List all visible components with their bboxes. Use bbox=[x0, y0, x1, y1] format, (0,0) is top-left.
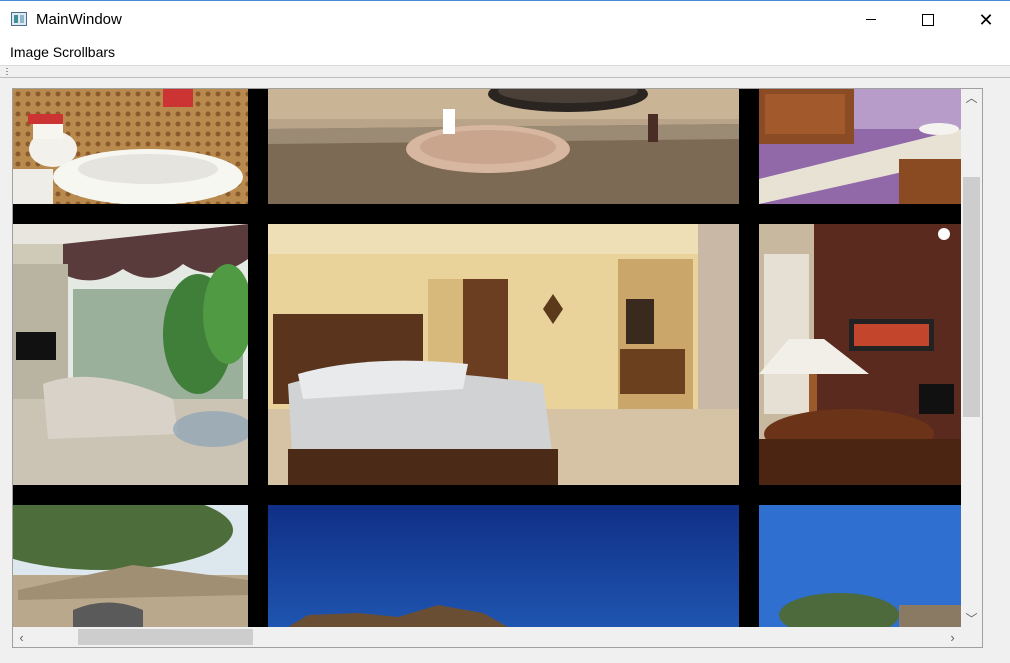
chevron-up-icon: ︿ bbox=[965, 91, 978, 105]
scroll-left-button[interactable]: ‹ bbox=[13, 627, 30, 647]
toolbar-grip-icon[interactable] bbox=[6, 68, 8, 76]
scroll-up-button[interactable]: ︿ bbox=[961, 89, 982, 106]
bedroom-image bbox=[268, 224, 739, 485]
horizontal-scroll-thumb[interactable] bbox=[78, 629, 253, 645]
house-night-sky-image bbox=[268, 505, 739, 627]
bathroom-sink-wallpaper-image bbox=[13, 89, 248, 204]
vertical-scrollbar[interactable]: ︿ ﹀ bbox=[961, 89, 982, 627]
menu-item-image-scrollbars[interactable]: Image Scrollbars bbox=[10, 44, 115, 60]
minimize-button[interactable] bbox=[842, 1, 900, 38]
scroll-right-button[interactable]: › bbox=[944, 627, 961, 647]
horizontal-scrollbar[interactable]: ‹ › bbox=[13, 627, 961, 647]
maximize-button[interactable] bbox=[899, 1, 957, 38]
app-window-icon bbox=[11, 12, 27, 26]
house-exterior-tree-image bbox=[13, 505, 248, 627]
granite-vanity-sink-image bbox=[268, 89, 739, 204]
minimize-icon bbox=[866, 19, 876, 20]
menu-bar: Image Scrollbars bbox=[0, 38, 1010, 65]
living-room-window-image bbox=[13, 224, 248, 485]
chevron-right-icon: › bbox=[950, 629, 955, 645]
close-icon: ✕ bbox=[978, 9, 994, 30]
title-bar[interactable]: MainWindow ✕ bbox=[0, 0, 1010, 38]
window-title: MainWindow bbox=[36, 11, 122, 28]
chevron-down-icon: ﹀ bbox=[965, 612, 978, 626]
image-viewport[interactable] bbox=[13, 89, 961, 627]
purple-vanity-image bbox=[759, 89, 961, 204]
vertical-scroll-thumb[interactable] bbox=[963, 177, 980, 417]
scroll-down-button[interactable]: ﹀ bbox=[961, 610, 982, 627]
maximize-icon bbox=[922, 13, 934, 26]
close-button[interactable]: ✕ bbox=[957, 1, 1010, 38]
desert-house-sky-image bbox=[759, 505, 961, 627]
toolbar-strip bbox=[0, 65, 1010, 78]
office-lamp-image bbox=[759, 224, 961, 485]
chevron-left-icon: ‹ bbox=[19, 629, 24, 645]
scrollbar-corner bbox=[961, 627, 982, 647]
